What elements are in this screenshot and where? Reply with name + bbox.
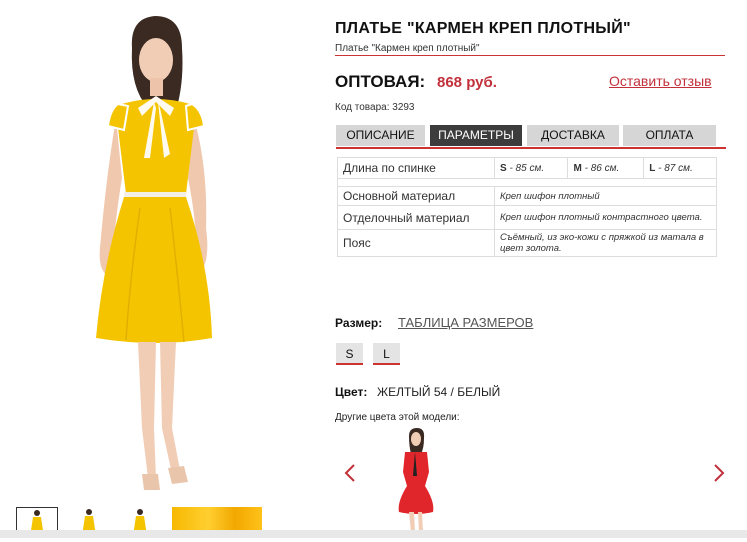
leave-review-link[interactable]: Оставить отзыв	[609, 73, 712, 89]
product-sku: Код товара: 3293	[335, 102, 415, 113]
size-label: Размер:	[335, 316, 383, 330]
table-row: Основной материал Креп шифон плотный	[337, 186, 717, 206]
param-name: Отделочный материал	[337, 205, 495, 230]
product-subtitle: Платье "Кармен креп плотный"	[335, 43, 480, 54]
tab-delivery[interactable]: ДОСТАВКА	[527, 125, 619, 146]
color-label: Цвет:	[335, 385, 368, 399]
table-row: Пояс Съёмный, из эко-кожи с пряжкой из м…	[337, 229, 717, 257]
bottom-scrollbar[interactable]	[0, 530, 747, 538]
param-size-s: S - 85 см.	[493, 157, 569, 179]
parameters-table: Длина по спинке S - 85 см. M - 86 см. L …	[337, 157, 717, 257]
param-value: Креп шифон плотный	[494, 186, 717, 206]
param-size-l: L - 87 см.	[643, 157, 717, 179]
param-value: Креп шифон плотный контрастного цвета.	[494, 205, 717, 230]
param-name: Пояс	[337, 229, 495, 257]
chevron-right-icon[interactable]	[712, 463, 726, 483]
color-variant-red[interactable]	[387, 428, 443, 536]
tab-payment[interactable]: ОПЛАТА	[623, 125, 716, 146]
price-value: 868 руб.	[437, 74, 497, 91]
param-name: Основной материал	[337, 186, 495, 206]
tab-description[interactable]: ОПИСАНИЕ	[336, 125, 425, 146]
param-name: Длина по спинке	[337, 157, 495, 179]
price-label: ОПТОВАЯ:	[335, 72, 426, 91]
tabs-underline	[336, 147, 726, 149]
size-table-link[interactable]: ТАБЛИЦА РАЗМЕРОВ	[398, 315, 533, 330]
color-value: ЖЕЛТЫЙ 54 / БЕЛЫЙ	[377, 385, 501, 399]
tabs: ОПИСАНИЕ ПАРАМЕТРЫ ДОСТАВКА ОПЛАТА	[336, 125, 726, 147]
product-title: ПЛАТЬЕ "КАРМЕН КРЕП ПЛОТНЫЙ"	[335, 20, 631, 37]
table-gap	[337, 178, 717, 187]
chevron-left-icon[interactable]	[343, 463, 357, 483]
size-option-s[interactable]: S	[336, 343, 363, 365]
other-colors-label: Другие цвета этой модели:	[335, 412, 460, 423]
size-option-l[interactable]: L	[373, 343, 400, 365]
param-value: Съёмный, из эко-кожи с пряжкой из матала…	[494, 229, 717, 257]
table-row: Отделочный материал Креп шифон плотный к…	[337, 205, 717, 230]
title-divider	[335, 55, 725, 56]
tab-parameters[interactable]: ПАРАМЕТРЫ	[430, 125, 522, 146]
product-main-photo[interactable]	[60, 8, 250, 494]
table-row: Длина по спинке S - 85 см. M - 86 см. L …	[337, 157, 717, 179]
param-size-m: M - 86 см.	[567, 157, 645, 179]
